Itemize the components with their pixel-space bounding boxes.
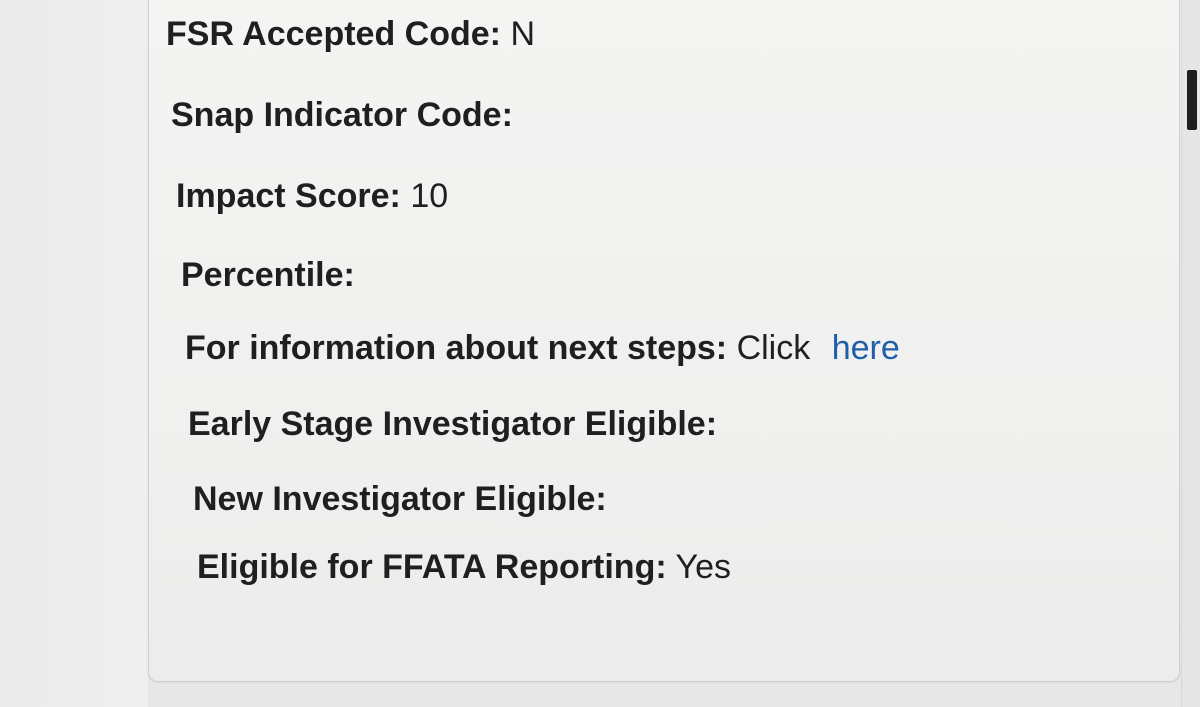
- field-label: Snap Indicator Code:: [171, 96, 513, 134]
- field-label: FSR Accepted Code:: [166, 15, 502, 53]
- field-snap-indicator-code: Snap Indicator Code:: [171, 95, 513, 135]
- field-percentile: Percentile:: [181, 255, 355, 295]
- field-ffata-reporting: Eligible for FFATA Reporting: Yes: [197, 547, 731, 587]
- field-label: For information about next steps:: [185, 329, 728, 367]
- field-value: N: [510, 15, 536, 53]
- field-new-investigator: New Investigator Eligible:: [193, 479, 607, 519]
- field-label: Early Stage Investigator Eligible:: [188, 405, 718, 443]
- field-label: Eligible for FFATA Reporting:: [197, 548, 667, 586]
- field-label: Impact Score:: [176, 177, 401, 215]
- field-label: New Investigator Eligible:: [193, 480, 607, 518]
- field-label: Percentile:: [181, 256, 355, 294]
- field-value: 10: [410, 177, 449, 215]
- field-fsr-accepted-code: FSR Accepted Code: N: [166, 14, 535, 54]
- page-margin: [0, 0, 148, 707]
- field-value: Click: [736, 329, 811, 367]
- scrollbar-thumb[interactable]: [1187, 70, 1197, 130]
- field-value: Yes: [675, 548, 731, 586]
- next-steps-link[interactable]: here: [832, 329, 900, 367]
- field-impact-score: Impact Score: 10: [176, 176, 448, 216]
- scrollbar[interactable]: [1181, 0, 1200, 707]
- field-next-steps: For information about next steps: Click …: [185, 328, 900, 368]
- screen: FSR Accepted Code: N Snap Indicator Code…: [0, 0, 1200, 707]
- field-early-stage-investigator: Early Stage Investigator Eligible:: [188, 404, 717, 444]
